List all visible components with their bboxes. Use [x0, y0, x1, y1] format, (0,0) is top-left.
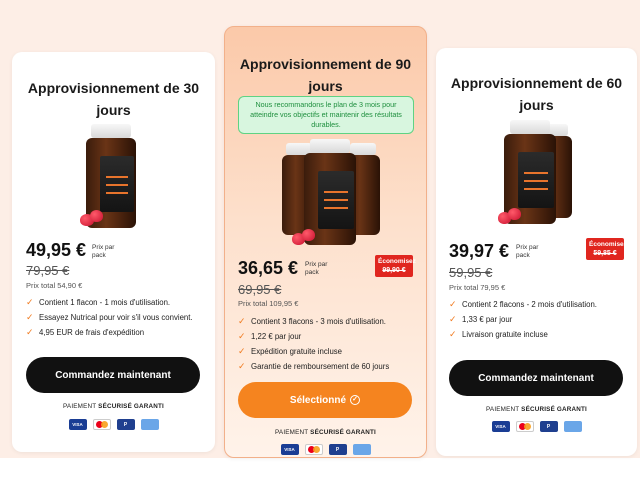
- product-image: [80, 124, 152, 230]
- paypal-icon: P: [116, 419, 135, 430]
- plan-card-60: Approvisionnement de 60 jours 39,97 € Pr…: [436, 48, 637, 456]
- check-icon: ✓: [449, 314, 457, 324]
- feature-item: ✓ Essayez Nutrical pour voir s'il vous co…: [26, 312, 193, 322]
- product-image: [498, 120, 578, 226]
- feature-item: ✓ Contient 3 flacons - 3 mois d'utilisati…: [238, 316, 386, 326]
- feature-item: ✓ Contient 1 flacon - 1 mois d'utilisatio…: [26, 297, 171, 307]
- check-icon: ✓: [238, 346, 246, 356]
- check-icon: ✓: [449, 329, 457, 339]
- feature-item: ✓ 1,33 € par jour: [449, 314, 513, 324]
- total-price: Prix total 79,95 €: [449, 283, 506, 292]
- feature-list: ✓ Contient 1 flacon - 1 mois d'utilisatio…: [26, 297, 206, 342]
- feature-item: ✓ 1,22 € par jour: [238, 331, 302, 341]
- plan-title: Approvisionnement de 90 jours: [239, 56, 412, 94]
- plan-card-30: Approvisionnement de 30 jours 49,95 € Pr…: [12, 52, 215, 452]
- old-price: 69,95 €: [238, 282, 282, 297]
- amex-icon: [140, 419, 159, 430]
- visa-icon: VISA: [491, 421, 510, 432]
- mastercard-icon: [515, 421, 534, 432]
- order-button[interactable]: Commandez maintenant: [26, 357, 200, 393]
- secure-payment-label: PAIEMENT SÉCURISÉ GARANTI: [63, 403, 164, 410]
- check-icon: ✓: [26, 297, 34, 307]
- savings-badge: Économisez 59,85 €: [586, 238, 627, 260]
- payment-methods: VISA P: [436, 421, 637, 432]
- visa-icon: VISA: [68, 419, 87, 430]
- check-icon: ✓: [26, 327, 34, 337]
- price: 39,97 €: [449, 241, 510, 261]
- visa-icon: VISA: [280, 444, 299, 455]
- feature-item: ✓ Garantie de remboursement de 60 jours: [238, 361, 390, 371]
- check-icon: ✓: [238, 331, 246, 341]
- savings-badge: Économisez 99,90 €: [375, 255, 416, 277]
- plan-title: Approvisionnement de 30 jours: [27, 80, 200, 118]
- old-price: 59,95 €: [449, 265, 493, 280]
- feature-item: ✓ 4,95 EUR de frais d'expédition: [26, 327, 145, 337]
- amex-icon: [563, 421, 582, 432]
- feature-item: ✓ Contient 2 flacons - 2 mois d'utilisati…: [449, 299, 597, 309]
- recommendation-banner: Nous recommandons le plan de 3 mois pour…: [238, 96, 414, 134]
- mastercard-icon: [304, 444, 323, 455]
- check-circle-icon: ✓: [350, 395, 361, 405]
- check-icon: ✓: [238, 361, 246, 371]
- price: 49,95 €: [26, 240, 87, 260]
- payment-methods: VISA P: [225, 444, 426, 455]
- check-icon: ✓: [238, 316, 246, 326]
- feature-list: ✓ Contient 3 flacons - 3 mois d'utilisati…: [238, 316, 422, 376]
- total-price: Prix total 109,95 €: [238, 299, 299, 308]
- feature-item: ✓ Livraison gratuite incluse: [449, 329, 548, 339]
- price-note: Prix par pack: [92, 244, 115, 259]
- price: 36,65 €: [238, 258, 299, 278]
- mastercard-icon: [92, 419, 111, 430]
- order-button[interactable]: Commandez maintenant: [449, 360, 623, 396]
- secure-payment-label: PAIEMENT SÉCURISÉ GARANTI: [275, 429, 376, 436]
- plan-card-90: Approvisionnement de 90 jours Nous recom…: [224, 26, 427, 458]
- feature-item: ✓ Expédition gratuite incluse: [238, 346, 343, 356]
- plan-title: Approvisionnement de 60 jours: [450, 75, 623, 113]
- total-price: Prix total 54,90 €: [26, 281, 83, 290]
- selected-button[interactable]: Sélectionné ✓: [238, 382, 412, 418]
- old-price: 79,95 €: [26, 263, 70, 278]
- check-icon: ✓: [26, 312, 34, 322]
- payment-methods: VISA P: [12, 419, 215, 430]
- price-note: Prix par pack: [516, 244, 539, 259]
- secure-payment-label: PAIEMENT SÉCURISÉ GARANTI: [486, 406, 587, 413]
- page-bottom-strip: [0, 458, 640, 480]
- paypal-icon: P: [328, 444, 347, 455]
- product-image: [280, 137, 380, 249]
- price-note: Prix par pack: [305, 261, 328, 276]
- feature-list: ✓ Contient 2 flacons - 2 mois d'utilisati…: [449, 299, 633, 344]
- amex-icon: [352, 444, 371, 455]
- check-icon: ✓: [449, 299, 457, 309]
- paypal-icon: P: [539, 421, 558, 432]
